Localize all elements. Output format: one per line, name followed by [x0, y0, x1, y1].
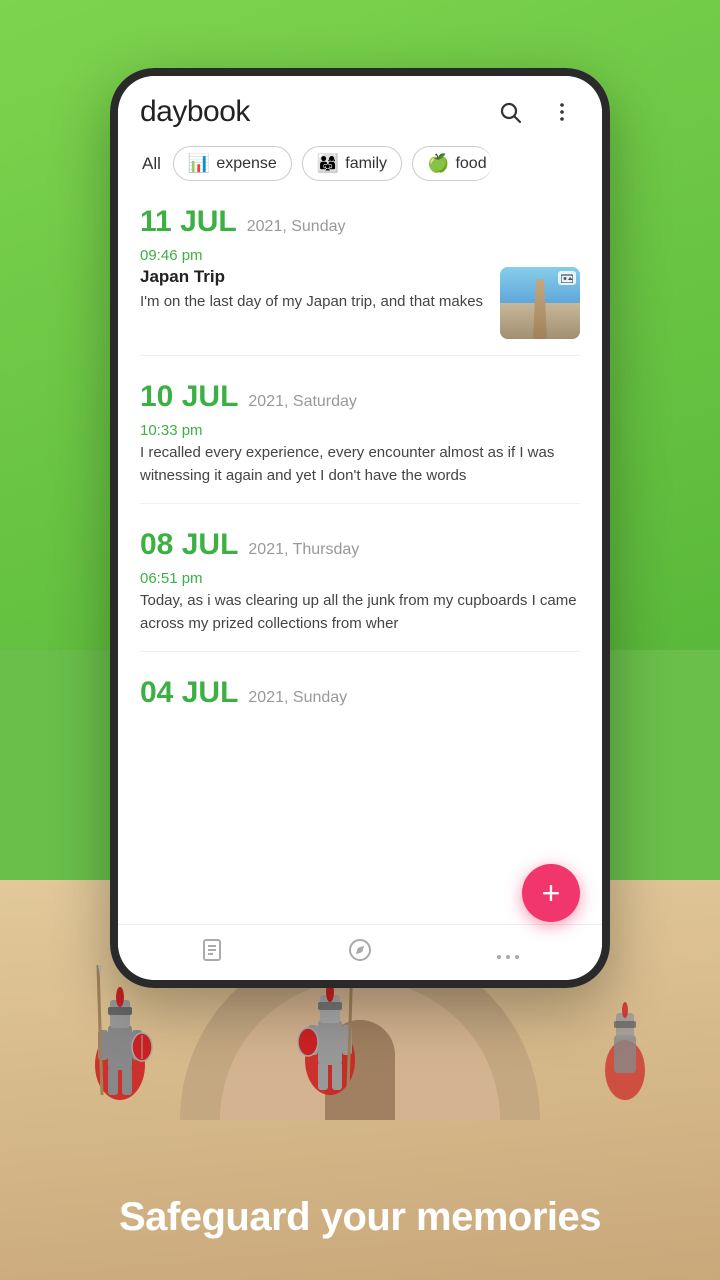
- chip-family[interactable]: 👨‍👩‍👧 family: [302, 146, 402, 181]
- date-day-3: 08 JUL: [140, 528, 238, 562]
- entry-body-2: I recalled every experience, every encou…: [140, 442, 580, 487]
- date-rest-4: 2021, Sunday: [248, 689, 347, 707]
- nav-journal-icon[interactable]: [192, 930, 232, 976]
- food-chip-icon: 🍏: [427, 153, 449, 174]
- entry-time-1: 09:46 pm: [140, 247, 580, 264]
- entry-content-1: Japan Trip I'm on the last day of my Jap…: [140, 267, 580, 339]
- food-chip-label: food: [455, 155, 486, 173]
- entry-group-1: 11 JUL 2021, Sunday 09:46 pm Japan Trip …: [140, 205, 580, 356]
- entry-body-3: Today, as i was clearing up all the junk…: [140, 590, 580, 635]
- journal-entries: 11 JUL 2021, Sunday 09:46 pm Japan Trip …: [118, 195, 602, 924]
- entry-image-inner-1: [500, 267, 580, 339]
- filter-bar: All 📊 expense 👨‍👩‍👧 family 🍏 food: [118, 140, 602, 195]
- image-overlay-icon: [558, 271, 576, 285]
- app-container: daybook: [118, 76, 602, 980]
- search-button[interactable]: [492, 94, 528, 130]
- add-entry-fab[interactable]: +: [522, 864, 580, 922]
- family-chip-label: family: [345, 155, 387, 173]
- tagline: Safeguard your memories: [0, 1195, 720, 1240]
- header-icons: [492, 94, 580, 130]
- family-chip-icon: 👨‍👩‍👧: [317, 153, 339, 174]
- date-rest-1: 2021, Sunday: [247, 218, 346, 236]
- entry-group-3: 08 JUL 2021, Thursday 06:51 pm Today, as…: [140, 528, 580, 652]
- entry-group-2: 10 JUL 2021, Saturday 10:33 pm I recalle…: [140, 380, 580, 504]
- knight-right: [590, 985, 660, 1110]
- date-header-2: 10 JUL 2021, Saturday: [140, 380, 580, 414]
- app-header: daybook: [118, 76, 602, 140]
- entry-group-4: 04 JUL 2021, Sunday: [140, 676, 580, 710]
- chip-food[interactable]: 🍏 food: [412, 146, 492, 181]
- phone-device: daybook: [110, 68, 610, 988]
- date-day-4: 04 JUL: [140, 676, 238, 710]
- more-menu-button[interactable]: [544, 94, 580, 130]
- entry-text-3: Today, as i was clearing up all the junk…: [140, 590, 580, 635]
- date-day-1: 11 JUL: [140, 205, 237, 239]
- date-rest-2: 2021, Saturday: [248, 393, 357, 411]
- entry-text-2: I recalled every experience, every encou…: [140, 442, 580, 487]
- date-header-1: 11 JUL 2021, Sunday: [140, 205, 580, 239]
- expense-chip-label: expense: [216, 155, 277, 173]
- bottom-nav: [118, 924, 602, 980]
- nav-more-icon[interactable]: [488, 932, 528, 974]
- entry-content-3: Today, as i was clearing up all the junk…: [140, 590, 580, 635]
- entry-time-3: 06:51 pm: [140, 570, 580, 587]
- nav-explore-icon[interactable]: [340, 930, 380, 976]
- expense-chip-icon: 📊: [188, 153, 210, 174]
- entry-content-2: I recalled every experience, every encou…: [140, 442, 580, 487]
- entry-text-1: Japan Trip I'm on the last day of my Jap…: [140, 267, 488, 314]
- entry-image-1: [500, 267, 580, 339]
- chip-expense[interactable]: 📊 expense: [173, 146, 292, 181]
- app-title: daybook: [140, 95, 250, 129]
- date-rest-3: 2021, Thursday: [248, 541, 359, 559]
- entry-body-1: I'm on the last day of my Japan trip, an…: [140, 291, 488, 314]
- entry-title-1: Japan Trip: [140, 267, 488, 287]
- entry-time-2: 10:33 pm: [140, 422, 580, 439]
- date-day-2: 10 JUL: [140, 380, 238, 414]
- filter-all[interactable]: All: [140, 150, 163, 178]
- phone-screen: daybook: [118, 76, 602, 980]
- date-header-3: 08 JUL 2021, Thursday: [140, 528, 580, 562]
